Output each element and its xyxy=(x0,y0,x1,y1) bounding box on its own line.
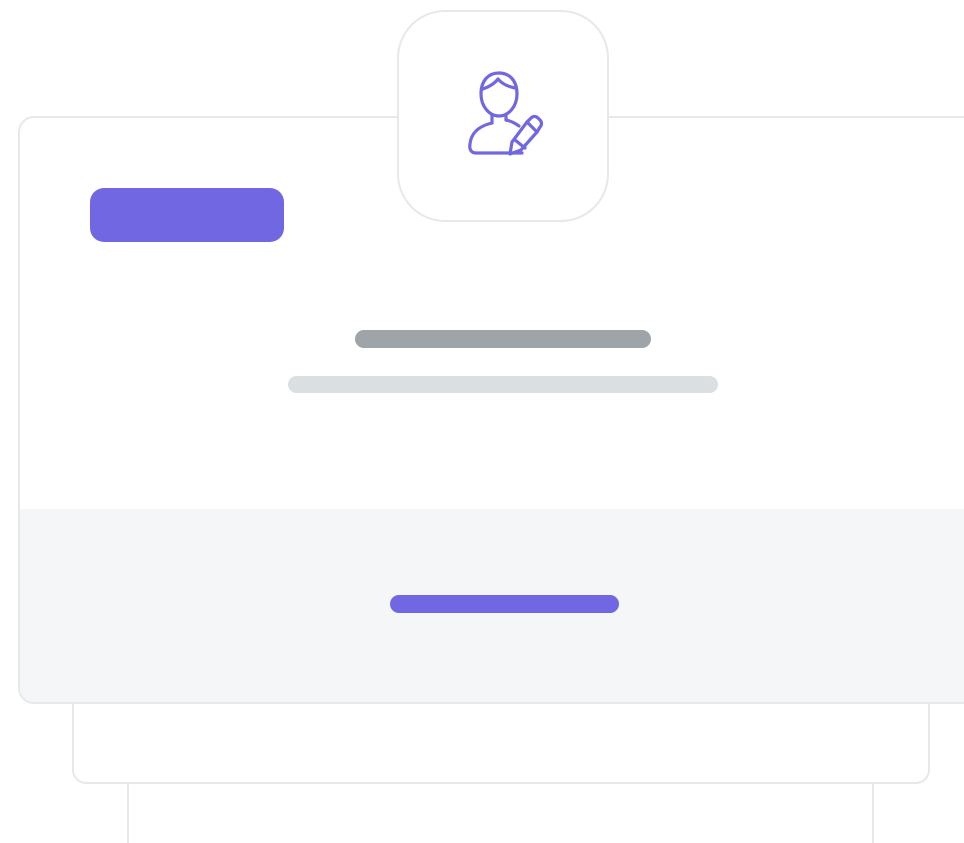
user-edit-icon xyxy=(468,71,544,156)
user-edit-icon-tile xyxy=(397,10,609,222)
illustration-stage xyxy=(0,0,964,843)
action-link-placeholder[interactable] xyxy=(390,595,619,613)
card-footer xyxy=(20,509,964,702)
badge-placeholder xyxy=(90,188,284,242)
subtitle-placeholder xyxy=(288,376,718,393)
title-placeholder xyxy=(355,330,651,348)
